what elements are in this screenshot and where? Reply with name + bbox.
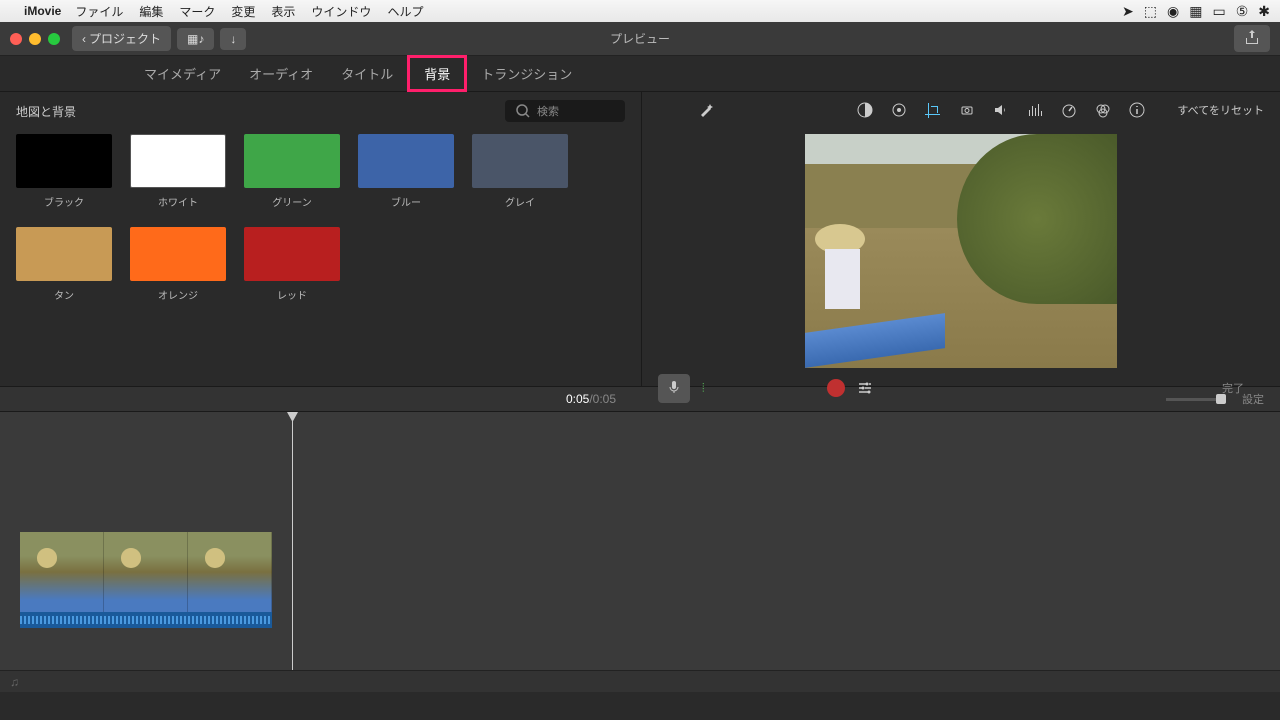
swatch-ブルー[interactable]: ブルー	[358, 134, 454, 209]
back-to-projects-button[interactable]: ‹ プロジェクト	[72, 26, 171, 51]
level-meter-icon: ⦙	[702, 381, 705, 396]
swatch-label: ブルー	[358, 194, 454, 209]
record-button[interactable]	[827, 379, 845, 397]
status-icon[interactable]: ▭	[1212, 3, 1225, 20]
music-track[interactable]: ♫	[0, 670, 1280, 692]
swatch-ブラック[interactable]: ブラック	[16, 134, 112, 209]
search-input[interactable]: 検索	[505, 100, 625, 122]
magic-wand-icon[interactable]	[698, 102, 714, 118]
macos-menubar: iMovie ファイル 編集 マーク 変更 表示 ウインドウ ヘルプ ➤ ⬚ ◉…	[0, 0, 1280, 22]
color-correction-icon[interactable]	[891, 102, 907, 118]
timeline[interactable]: ♫	[0, 412, 1280, 692]
viewer-panel: すべてをリセット ⦙ 完了	[642, 92, 1280, 386]
swatch-ホワイト[interactable]: ホワイト	[130, 134, 226, 209]
swatch-label: グリーン	[244, 194, 340, 209]
menu-mark[interactable]: マーク	[179, 3, 215, 20]
microphone-button[interactable]	[658, 374, 690, 403]
tab-transitions[interactable]: トランジション	[467, 58, 586, 89]
zoom-button[interactable]	[48, 33, 60, 45]
app-name[interactable]: iMovie	[24, 4, 61, 18]
audio-track[interactable]	[20, 612, 272, 628]
swatch-レッド[interactable]: レッド	[244, 227, 340, 302]
chevron-left-icon: ‹	[82, 32, 86, 46]
video-preview[interactable]	[805, 134, 1117, 368]
stabilization-icon[interactable]	[959, 102, 975, 118]
swatch-grid: ブラック ホワイト グリーン ブルー グレイタン オレンジ レッド	[16, 134, 625, 302]
total-time: 0:05	[593, 392, 616, 406]
browser-title: 地図と背景	[16, 103, 76, 120]
import-button[interactable]: ↓	[220, 28, 246, 50]
tab-audio[interactable]: オーディオ	[235, 58, 327, 89]
library-tabs: マイメディア オーディオ タイトル 背景 トランジション	[0, 56, 1280, 92]
menu-view[interactable]: 表示	[271, 3, 295, 20]
reset-all-button[interactable]: すべてをリセット	[1177, 102, 1264, 118]
viewer-toolbar: すべてをリセット	[642, 92, 1280, 128]
swatch-グレイ[interactable]: グレイ	[472, 134, 568, 209]
menu-help[interactable]: ヘルプ	[387, 3, 423, 20]
share-button[interactable]	[1234, 25, 1270, 52]
share-icon	[1244, 29, 1260, 45]
filter-icon[interactable]	[1095, 102, 1111, 118]
search-icon	[515, 103, 531, 119]
back-label: プロジェクト	[89, 30, 161, 47]
dropbox-icon[interactable]: ⬚	[1144, 3, 1157, 20]
tab-my-media[interactable]: マイメディア	[130, 58, 235, 89]
swatch-label: グレイ	[472, 194, 568, 209]
info-icon[interactable]	[1129, 102, 1145, 118]
status-icon[interactable]: ⑤	[1236, 3, 1249, 20]
current-time: 0:05	[566, 392, 589, 406]
window-title: プレビュー	[610, 30, 670, 47]
playhead[interactable]	[292, 412, 293, 692]
crop-icon[interactable]	[925, 102, 941, 118]
menu-modify[interactable]: 変更	[231, 3, 255, 20]
swatch-label: オレンジ	[130, 287, 226, 302]
minimize-button[interactable]	[29, 33, 41, 45]
speed-icon[interactable]	[1061, 102, 1077, 118]
equalizer-icon[interactable]	[1027, 102, 1043, 118]
tab-titles[interactable]: タイトル	[327, 58, 407, 89]
menubar-extra-icon[interactable]: ➤	[1122, 3, 1134, 20]
media-browser: 地図と背景 検索 ブラック ホワイト グリーン ブルー グレイタン オレンジ レッド	[0, 92, 642, 386]
swatch-label: タン	[16, 287, 112, 302]
swatch-label: ホワイト	[130, 194, 226, 209]
status-icon[interactable]: ◉	[1167, 3, 1179, 20]
menu-edit[interactable]: 編集	[139, 3, 163, 20]
settings-icon[interactable]	[857, 380, 873, 396]
swatch-label: レッド	[244, 287, 340, 302]
menu-file[interactable]: ファイル	[75, 3, 123, 20]
menu-window[interactable]: ウインドウ	[311, 3, 371, 20]
swatch-タン[interactable]: タン	[16, 227, 112, 302]
status-icon[interactable]: ▦	[1189, 3, 1202, 20]
search-placeholder: 検索	[537, 103, 559, 119]
tab-backgrounds[interactable]: 背景	[407, 55, 467, 92]
swatch-label: ブラック	[16, 194, 112, 209]
video-clip[interactable]	[20, 532, 272, 628]
volume-icon[interactable]	[993, 102, 1009, 118]
swatch-グリーン[interactable]: グリーン	[244, 134, 340, 209]
traffic-lights	[10, 33, 60, 45]
evernote-icon[interactable]: ✱	[1258, 3, 1270, 20]
swatch-オレンジ[interactable]: オレンジ	[130, 227, 226, 302]
close-button[interactable]	[10, 33, 22, 45]
color-balance-icon[interactable]	[857, 102, 873, 118]
window-titlebar: ‹ プロジェクト ▦♪ ↓ プレビュー	[0, 22, 1280, 56]
view-options-button[interactable]: ▦♪	[177, 28, 214, 50]
zoom-slider[interactable]	[1166, 398, 1226, 401]
